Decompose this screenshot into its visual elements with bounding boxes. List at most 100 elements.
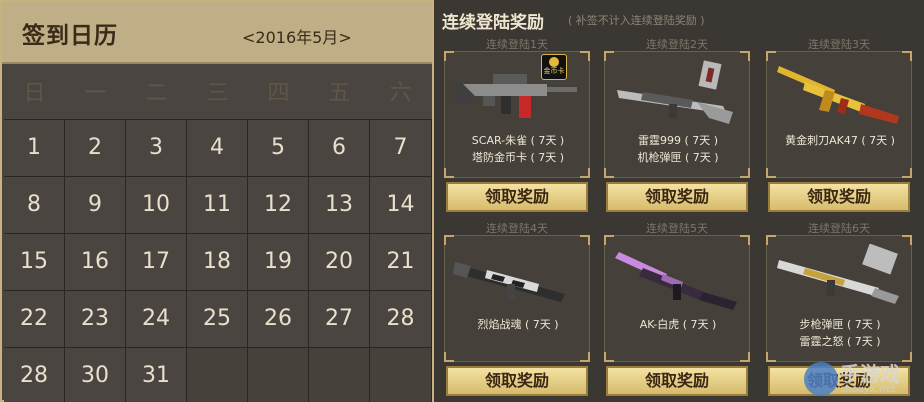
claim-reward-button[interactable]: 领取奖励 bbox=[446, 182, 588, 212]
rewards-title: 连续登陆奖励 bbox=[442, 13, 544, 33]
day-cell[interactable]: 7 bbox=[370, 120, 432, 177]
card-day-label: 连续登陆3天 bbox=[808, 38, 870, 51]
card-day-label: 连续登陆6天 bbox=[808, 222, 870, 235]
card-reward-text: 雷霆999 ( 7天 ) 机枪弹匣 ( 7天 ) bbox=[605, 132, 751, 166]
card-frame: 黄金刺刀AK47 ( 7天 ) bbox=[766, 51, 912, 178]
day-cell[interactable]: 9 bbox=[65, 177, 126, 234]
day-cell[interactable]: 16 bbox=[65, 234, 126, 291]
weekday-mon: 一 bbox=[84, 81, 107, 106]
card-frame: 雷霆999 ( 7天 ) 机枪弹匣 ( 7天 ) bbox=[604, 51, 750, 178]
day-cell[interactable]: 31 bbox=[126, 348, 187, 402]
day-cell[interactable]: 8 bbox=[4, 177, 65, 234]
card-frame: 金币卡 SCAR-朱雀 ( 7天 ) 塔防金币卡 ( 7天 ) bbox=[444, 51, 590, 178]
card-reward-text: SCAR-朱雀 ( 7天 ) 塔防金币卡 ( 7天 ) bbox=[445, 132, 591, 166]
day-grid: 1 2 3 4 5 6 7 8 9 10 11 12 13 14 15 16 17 18 19 20 21 22 23 24 2… bbox=[4, 120, 432, 402]
day-cell[interactable]: 17 bbox=[126, 234, 187, 291]
site-watermark: 手游戏 shouyx.net bbox=[800, 356, 924, 402]
flame-rifle-icon bbox=[453, 262, 565, 302]
ak-white-tiger-icon bbox=[615, 252, 737, 310]
day-cell[interactable]: 18 bbox=[187, 234, 248, 291]
card-day-label: 连续登陆5天 bbox=[646, 222, 708, 235]
day-cell[interactable]: 28 bbox=[370, 291, 432, 348]
watermark-logo-icon bbox=[804, 362, 838, 396]
claim-reward-button[interactable]: 领取奖励 bbox=[606, 182, 748, 212]
day-cell[interactable]: 26 bbox=[248, 291, 309, 348]
claim-reward-button[interactable]: 领取奖励 bbox=[606, 366, 748, 396]
sign-in-calendar: 签到日历 <2016年5月> 日 一 二 三 四 五 六 1 2 3 4 5 6 7 8 9 10… bbox=[0, 0, 434, 402]
reward-item-1: 雷霆999 ( 7天 ) bbox=[637, 134, 719, 147]
month-label: 2016年5月 bbox=[255, 28, 339, 47]
weekday-row: 日 一 二 三 四 五 六 bbox=[4, 68, 432, 120]
day-cell[interactable]: 11 bbox=[187, 177, 248, 234]
calendar-month-nav: <2016年5月> bbox=[242, 24, 352, 48]
empty-day-cell bbox=[309, 348, 370, 402]
weekday-tue: 二 bbox=[145, 81, 168, 106]
weekday-wed: 三 bbox=[206, 81, 229, 106]
day-cell[interactable]: 10 bbox=[126, 177, 187, 234]
day-cell[interactable]: 4 bbox=[187, 120, 248, 177]
day-cell[interactable]: 25 bbox=[187, 291, 248, 348]
golden-ak47-icon bbox=[777, 66, 899, 124]
day-cell[interactable]: 1 bbox=[4, 120, 65, 177]
reward-item-1: 烈焰战魂 ( 7天 ) bbox=[477, 318, 559, 331]
day-cell[interactable]: 5 bbox=[248, 120, 309, 177]
day-cell[interactable]: 2 bbox=[65, 120, 126, 177]
weekday-fri: 五 bbox=[328, 81, 351, 106]
thunder-rifle-icon bbox=[777, 244, 899, 304]
empty-day-cell bbox=[370, 348, 432, 402]
reward-item-2: 雷霆之怒 ( 7天 ) bbox=[799, 335, 881, 348]
card-frame: AK-白虎 ( 7天 ) bbox=[604, 235, 750, 362]
card-frame: 烈焰战魂 ( 7天 ) bbox=[444, 235, 590, 362]
day-cell[interactable]: 19 bbox=[248, 234, 309, 291]
day-cell[interactable]: 3 bbox=[126, 120, 187, 177]
reward-card-day2: 连续登陆2天 雷霆999 ( 7天 ) 机枪弹匣 ( 7天 ) 领取奖励 bbox=[602, 36, 752, 214]
claim-reward-button[interactable]: 领取奖励 bbox=[768, 182, 910, 212]
gold-coin-card-badge: 金币卡 bbox=[541, 54, 567, 80]
weekday-sat: 六 bbox=[389, 81, 412, 106]
reward-item-1: AK-白虎 ( 7天 ) bbox=[639, 318, 717, 331]
weekday-thu: 四 bbox=[267, 81, 290, 106]
reward-item-1: SCAR-朱雀 ( 7天 ) bbox=[471, 134, 565, 147]
day-cell[interactable]: 6 bbox=[309, 120, 370, 177]
calendar-header: 签到日历 <2016年5月> bbox=[2, 2, 432, 64]
login-rewards-panel: 连续登陆奖励 ( 补签不计入连续登陆奖励 ) 连续登陆1天 金币卡 SCAR-朱… bbox=[434, 0, 924, 402]
day-cell[interactable]: 20 bbox=[309, 234, 370, 291]
day-cell[interactable]: 30 bbox=[65, 348, 126, 402]
day-cell[interactable]: 12 bbox=[248, 177, 309, 234]
day-cell[interactable]: 14 bbox=[370, 177, 432, 234]
card-reward-text: 步枪弹匣 ( 7天 ) 雷霆之怒 ( 7天 ) bbox=[767, 316, 913, 350]
day-cell[interactable]: 27 bbox=[309, 291, 370, 348]
weekday-sun: 日 bbox=[23, 81, 46, 106]
machine-gun-icon bbox=[617, 60, 733, 124]
reward-item-2: 机枪弹匣 ( 7天 ) bbox=[637, 151, 719, 164]
card-day-label: 连续登陆2天 bbox=[646, 38, 708, 51]
reward-card-day4: 连续登陆4天 烈焰战魂 ( 7天 ) 领取奖励 bbox=[442, 220, 592, 398]
day-cell[interactable]: 22 bbox=[4, 291, 65, 348]
day-cell[interactable]: 24 bbox=[126, 291, 187, 348]
day-cell[interactable]: 21 bbox=[370, 234, 432, 291]
claim-reward-button[interactable]: 领取奖励 bbox=[446, 366, 588, 396]
reward-item-1: 黄金刺刀AK47 ( 7天 ) bbox=[785, 134, 895, 147]
day-cell[interactable]: 23 bbox=[65, 291, 126, 348]
empty-day-cell bbox=[187, 348, 248, 402]
card-reward-text: 黄金刺刀AK47 ( 7天 ) bbox=[767, 132, 913, 149]
calendar-title: 签到日历 bbox=[22, 23, 118, 49]
reward-card-day5: 连续登陆5天 AK-白虎 ( 7天 ) 领取奖励 bbox=[602, 220, 752, 398]
card-reward-text: AK-白虎 ( 7天 ) bbox=[605, 316, 751, 333]
reward-card-day3: 连续登陆3天 黄金刺刀AK47 ( 7天 ) 领取奖励 bbox=[764, 36, 914, 214]
day-cell[interactable]: 28 bbox=[4, 348, 65, 402]
rewards-subtitle: ( 补签不计入连续登陆奖励 ) bbox=[568, 14, 705, 27]
card-frame: 步枪弹匣 ( 7天 ) 雷霆之怒 ( 7天 ) bbox=[766, 235, 912, 362]
reward-card-day1: 连续登陆1天 金币卡 SCAR-朱雀 ( 7天 ) 塔防金币卡 ( 7天 ) 领… bbox=[442, 36, 592, 214]
reward-item-1: 步枪弹匣 ( 7天 ) bbox=[799, 318, 881, 331]
empty-day-cell bbox=[248, 348, 309, 402]
next-month-button[interactable]: > bbox=[338, 28, 351, 47]
watermark-text: 手游戏 bbox=[840, 362, 900, 386]
day-cell[interactable]: 15 bbox=[4, 234, 65, 291]
reward-item-2: 塔防金币卡 ( 7天 ) bbox=[471, 151, 565, 164]
card-reward-text: 烈焰战魂 ( 7天 ) bbox=[445, 316, 591, 333]
card-day-label: 连续登陆4天 bbox=[486, 222, 548, 235]
card-day-label: 连续登陆1天 bbox=[486, 38, 548, 51]
day-cell[interactable]: 13 bbox=[309, 177, 370, 234]
prev-month-button[interactable]: < bbox=[242, 28, 255, 47]
